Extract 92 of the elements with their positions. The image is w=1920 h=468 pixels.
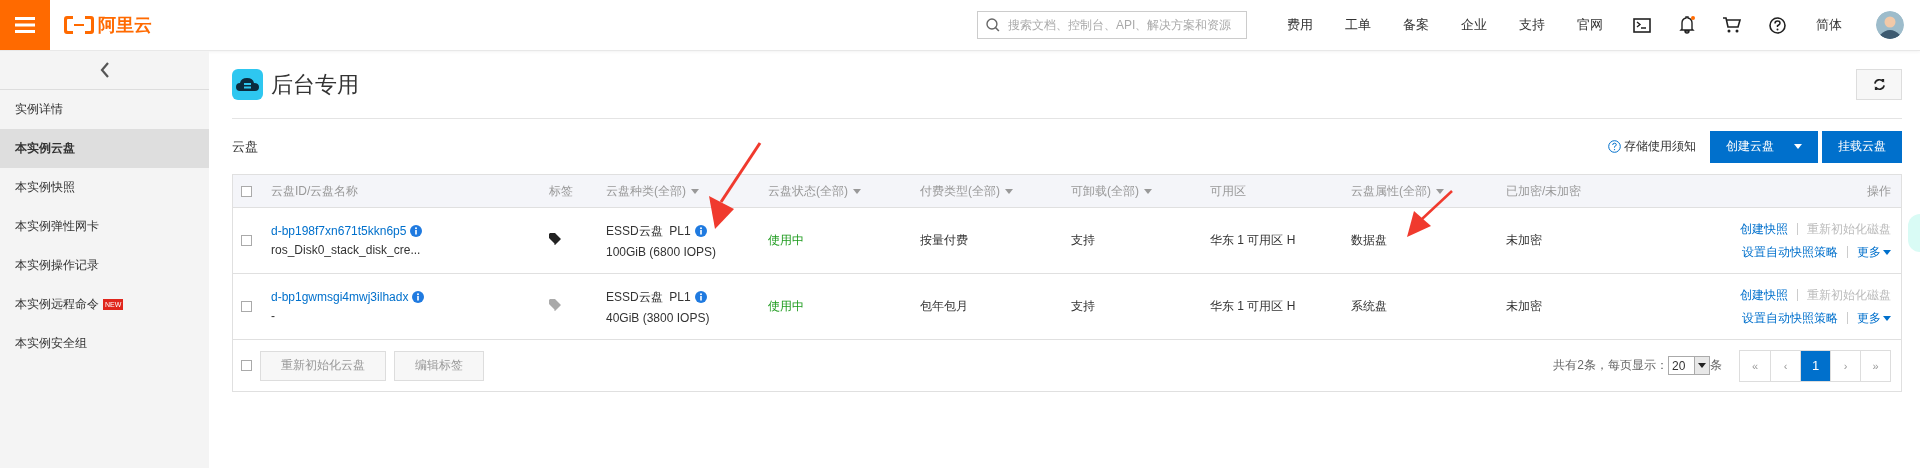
action-link[interactable]: 创建快照: [1740, 220, 1788, 238]
column-header[interactable]: 云盘状态(全部): [768, 182, 861, 200]
nav-link[interactable]: 工单: [1345, 16, 1371, 34]
create-disk-button[interactable]: 创建云盘: [1710, 130, 1818, 163]
unit-text: 条: [1710, 357, 1722, 374]
encryption-text: 未加密: [1506, 232, 1543, 249]
caret-icon: [1698, 363, 1706, 368]
info-icon[interactable]: [694, 225, 707, 237]
info-icon[interactable]: [410, 225, 423, 237]
tag-icon[interactable]: [549, 233, 563, 245]
bell-icon[interactable]: [1679, 16, 1695, 34]
attach-disk-button[interactable]: 挂载云盘: [1822, 130, 1902, 163]
encryption-text: 未加密: [1506, 298, 1543, 315]
back-icon[interactable]: [99, 62, 110, 78]
disk-id-link[interactable]: d-bp198f7xn671t5kkn6p5: [271, 224, 407, 238]
terminal-icon[interactable]: [1633, 17, 1651, 33]
disk-type: ESSD云盘 PL1: [606, 222, 691, 240]
billing-type: 包年包月: [920, 298, 969, 315]
caret-icon: [1794, 144, 1802, 149]
caret-icon: [1005, 188, 1013, 194]
caret-icon: [853, 188, 861, 194]
disk-name: ros_Disk0_stack_disk_cre...: [271, 243, 422, 257]
avatar[interactable]: [1876, 11, 1904, 39]
more-link[interactable]: 更多: [1857, 309, 1891, 327]
more-link[interactable]: 更多: [1857, 243, 1891, 261]
detachable-text: 支持: [1071, 232, 1096, 249]
caret-icon: [1144, 188, 1152, 194]
disk-name: -: [271, 309, 276, 323]
help-icon[interactable]: [1769, 16, 1786, 34]
menu-button[interactable]: [0, 0, 50, 50]
nav-link[interactable]: 费用: [1287, 16, 1313, 34]
search-field[interactable]: 搜索文档、控制台、API、解决方案和资源: [977, 11, 1247, 39]
sidebar-item[interactable]: 本实例弹性网卡: [0, 207, 209, 246]
checkbox[interactable]: [241, 360, 252, 371]
info-icon[interactable]: [694, 291, 707, 303]
info-icon[interactable]: [412, 291, 425, 303]
caret-icon: [1883, 315, 1891, 321]
refresh-icon: [1872, 78, 1886, 91]
caret-icon: [691, 188, 699, 194]
help-link[interactable]: 存储使用须知: [1608, 138, 1696, 155]
action-link[interactable]: 设置自动快照策略: [1742, 309, 1838, 327]
sidebar-item[interactable]: 实例详情: [0, 90, 209, 129]
sidebar-item[interactable]: 本实例操作记录: [0, 246, 209, 285]
disk-attribute: 系统盘: [1351, 298, 1388, 315]
search-icon: [986, 18, 1000, 32]
column-header[interactable]: 云盘属性(全部): [1351, 182, 1444, 200]
checkbox[interactable]: [241, 235, 252, 246]
page-button[interactable]: 1: [1800, 350, 1830, 381]
sidebar-item[interactable]: 本实例云盘: [0, 129, 209, 168]
sidebar-item[interactable]: 本实例安全组: [0, 324, 209, 363]
caret-icon: [1883, 249, 1891, 255]
disk-id-link[interactable]: d-bp1gwmsgi4mwj3ilhadx: [271, 290, 409, 304]
help-icon: [1608, 140, 1621, 153]
sidebar-label: 本实例远程命令: [15, 296, 99, 313]
logo-text[interactable]: 阿里云: [98, 13, 152, 37]
refresh-button[interactable]: [1856, 69, 1902, 100]
nav-link[interactable]: 备案: [1403, 16, 1429, 34]
column-header: 已加密/未加密: [1506, 182, 1582, 200]
billing-type: 按量付费: [920, 232, 969, 249]
disk-type: ESSD云盘 PL1: [606, 288, 691, 306]
menu-icon: [15, 17, 35, 33]
disk-spec: 40GiB (3800 IOPS): [606, 310, 711, 325]
status-text: 使用中: [768, 298, 805, 315]
column-header: 云盘ID/云盘名称: [271, 182, 359, 200]
column-header: 操作: [1867, 182, 1891, 200]
nav-link[interactable]: 官网: [1577, 16, 1603, 34]
section-title: 云盘: [232, 137, 258, 156]
zone-text: 华东 1 可用区 H: [1210, 298, 1297, 315]
logo-icon: [64, 16, 94, 34]
detachable-text: 支持: [1071, 298, 1096, 315]
page-size-select[interactable]: 20: [1668, 356, 1710, 375]
disk-attribute: 数据盘: [1351, 232, 1388, 249]
checkbox[interactable]: [241, 301, 252, 312]
language-link[interactable]: 简体: [1816, 16, 1842, 34]
column-header[interactable]: 可卸载(全部): [1071, 182, 1152, 200]
action-link[interactable]: 创建快照: [1740, 286, 1788, 304]
column-header[interactable]: 付费类型(全部): [920, 182, 1013, 200]
page-title: 后台专用: [271, 70, 359, 99]
caret-icon: [1436, 188, 1444, 194]
checkbox[interactable]: [241, 185, 252, 197]
nav-link[interactable]: 企业: [1461, 16, 1487, 34]
column-header: 可用区: [1210, 182, 1246, 200]
status-text: 使用中: [768, 232, 805, 249]
disk-spec: 100GiB (6800 IOPS): [606, 244, 718, 259]
column-header: 标签: [549, 182, 573, 200]
action-link[interactable]: 设置自动快照策略: [1742, 243, 1838, 261]
zone-text: 华东 1 可用区 H: [1210, 232, 1297, 249]
sidebar-item[interactable]: 本实例快照: [0, 168, 209, 207]
column-header[interactable]: 云盘种类(全部): [606, 182, 699, 200]
cart-icon[interactable]: [1723, 17, 1741, 33]
nav-link[interactable]: 支持: [1519, 16, 1545, 34]
total-text: 共有2条，每页显示：: [1553, 357, 1668, 374]
